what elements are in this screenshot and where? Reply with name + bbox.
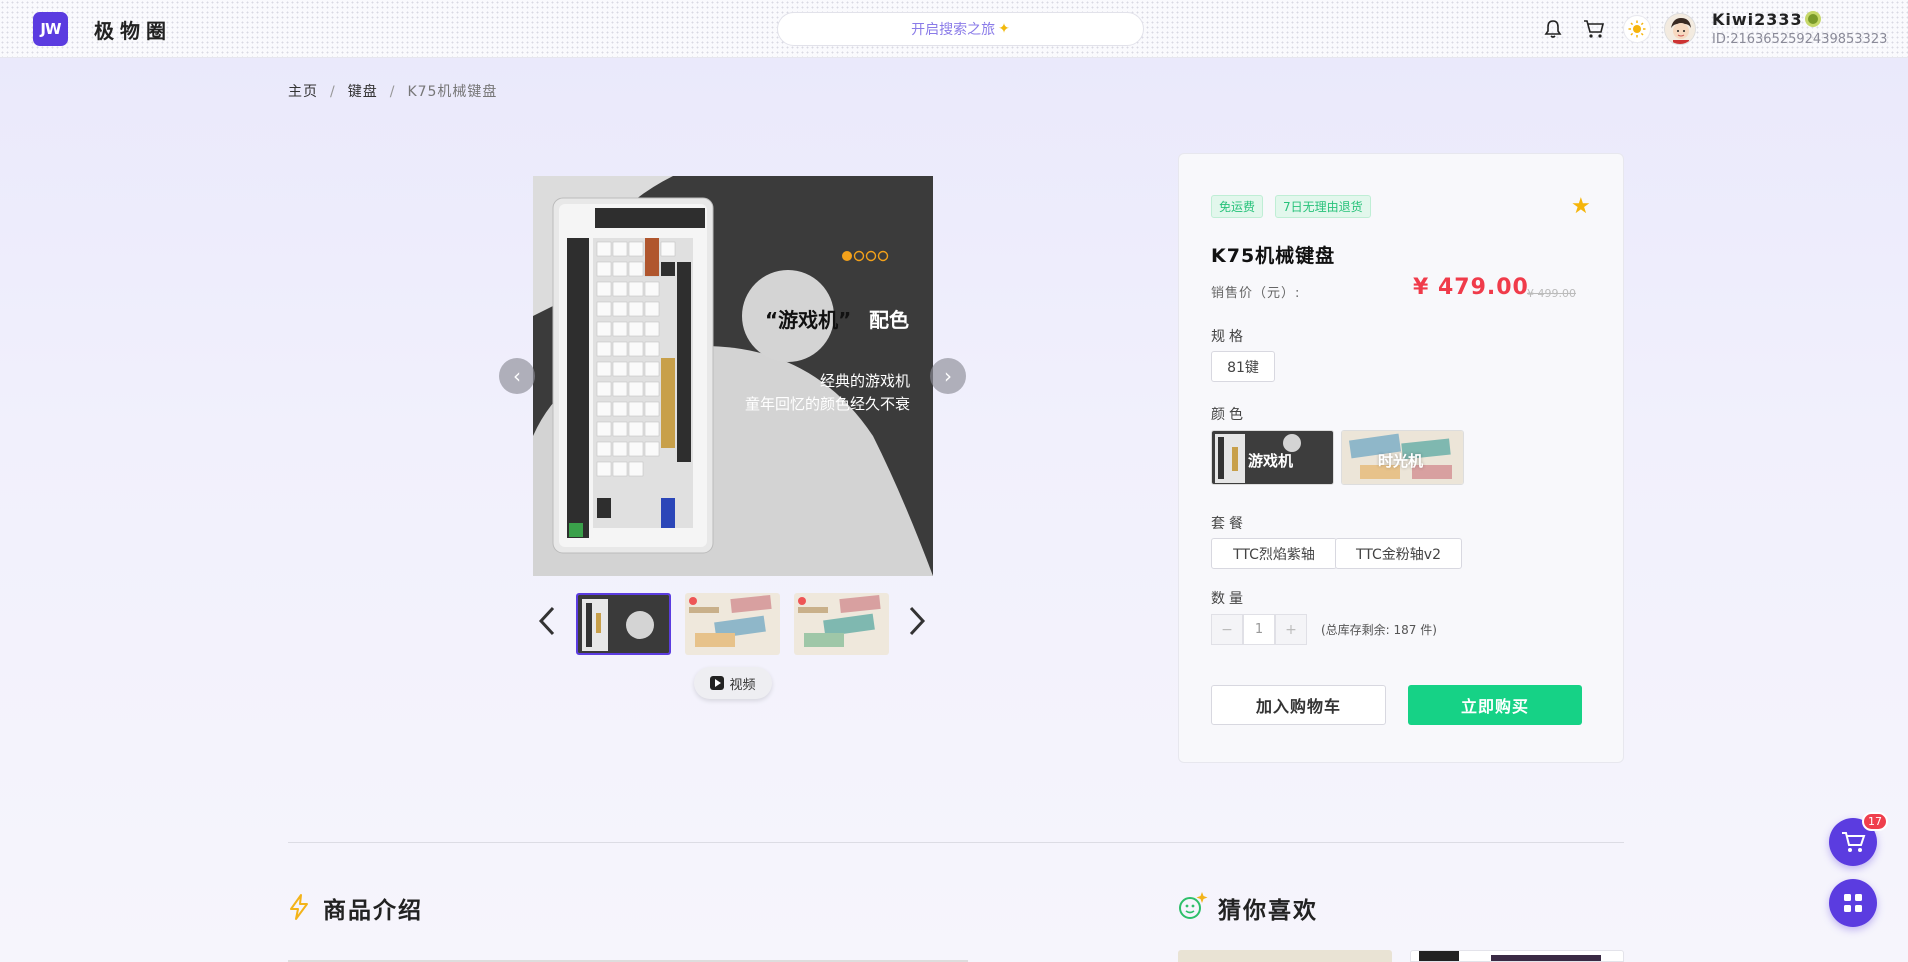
color-label: 颜色	[1211, 407, 1247, 423]
bell-icon[interactable]	[1541, 17, 1565, 41]
quantity-label: 数量	[1211, 591, 1247, 607]
breadcrumb-separator: /	[330, 84, 336, 100]
tag-free-shipping: 免运费	[1211, 195, 1264, 218]
image-next-button[interactable]: ›	[930, 358, 966, 394]
recommend-item-2-image	[1419, 951, 1459, 961]
logo-mark: JW	[40, 20, 61, 38]
color-option-timemachine[interactable]: 时光机	[1341, 430, 1464, 485]
breadcrumb-category[interactable]: 键盘	[348, 84, 378, 100]
thumbs-prev-chevron-icon[interactable]	[538, 606, 556, 644]
main-image-headline: “游戏机”	[765, 308, 852, 332]
image-prev-button[interactable]: ‹	[499, 358, 535, 394]
package-label: 套餐	[1211, 516, 1247, 532]
breadcrumb: 主页 / 键盘 / K75机械键盘	[288, 81, 497, 101]
breadcrumb-separator: /	[389, 84, 396, 100]
buy-now-button[interactable]: 立即购买	[1408, 685, 1582, 725]
thumbnail-3[interactable]	[794, 593, 889, 655]
breadcrumb-current: K75机械键盘	[407, 84, 498, 100]
recommend-item-2-image-strip	[1491, 955, 1601, 961]
quantity-decrease-button[interactable]: −	[1211, 614, 1243, 645]
site-name[interactable]: 极物圈	[94, 15, 172, 44]
product-info-card: 免运费 7日无理由退货 ★ K75机械键盘 销售价（元）: ¥ 479.00 ¥…	[1178, 153, 1624, 763]
thumbnail-2[interactable]	[685, 593, 780, 655]
user-avatar[interactable]	[1664, 13, 1696, 45]
main-image-headline-suffix: 配色	[869, 308, 909, 332]
color-option-label: 游戏机	[1248, 452, 1294, 470]
favorite-star-icon[interactable]: ★	[1571, 194, 1591, 219]
price-label: 销售价（元）:	[1211, 286, 1301, 301]
smile-sparkle-icon	[1177, 890, 1209, 926]
search-bar[interactable]: 开启搜索之旅 ✦	[777, 12, 1144, 46]
kiwi-icon	[1804, 11, 1821, 27]
sparkle-icon: ✦	[998, 21, 1010, 37]
main-image-line2: 童年回忆的颜色经久不衰	[744, 395, 910, 413]
video-label: 视频	[729, 677, 756, 693]
recommend-item-2[interactable]	[1410, 950, 1624, 962]
section-title-recommend: 猜你喜欢	[1218, 898, 1318, 924]
site-logo[interactable]: JW	[33, 12, 68, 46]
sale-price: ¥ 479.00	[1413, 275, 1529, 300]
theme-toggle-sun-icon[interactable]	[1623, 15, 1651, 43]
quantity-input[interactable]: 1	[1243, 614, 1275, 645]
video-button[interactable]: 视频	[694, 667, 772, 699]
search-placeholder: 开启搜索之旅	[911, 22, 996, 38]
section-divider	[288, 842, 1624, 843]
main-image-line1: 经典的游戏机	[819, 372, 910, 390]
spec-label: 规格	[1211, 329, 1247, 345]
product-main-image: “游戏机” 配色 经典的游戏机 童年回忆的颜色经久不衰	[533, 176, 933, 576]
package-option-purple[interactable]: TTC烈焰紫轴	[1211, 538, 1337, 569]
cart-icon[interactable]	[1582, 17, 1606, 41]
video-icon	[710, 676, 725, 690]
product-title: K75机械键盘	[1211, 245, 1336, 267]
thumbnail-1[interactable]	[576, 593, 671, 655]
top-header: JW 极物圈 开启搜索之旅 ✦ Kiwi2333 ID:216365259243…	[0, 0, 1908, 58]
user-name-text: Kiwi2333	[1712, 10, 1803, 29]
stock-remaining: (总库存剩余: 187 件)	[1321, 623, 1437, 637]
color-option-label: 时光机	[1378, 452, 1424, 470]
user-id: ID:2163652592439853323	[1712, 32, 1888, 47]
tag-7-day-return: 7日无理由退货	[1275, 195, 1371, 218]
quantity-stepper: − 1 +	[1211, 614, 1307, 645]
cart-count-badge: 17	[1862, 812, 1888, 831]
recommend-item-1[interactable]	[1178, 950, 1392, 962]
grid-icon	[1844, 894, 1862, 912]
spec-option-81[interactable]: 81键	[1211, 351, 1275, 382]
thumbs-next-chevron-icon[interactable]	[908, 606, 926, 644]
original-price: ¥ 499.00	[1527, 287, 1576, 300]
breadcrumb-home[interactable]: 主页	[288, 84, 318, 100]
section-title-intro: 商品介绍	[323, 898, 423, 924]
user-name[interactable]: Kiwi2333	[1712, 10, 1821, 29]
quantity-increase-button[interactable]: +	[1275, 614, 1307, 645]
color-option-gameboy[interactable]: 游戏机	[1211, 430, 1334, 485]
add-to-cart-button[interactable]: 加入购物车	[1211, 685, 1386, 725]
package-option-gold[interactable]: TTC金粉轴v2	[1335, 538, 1462, 569]
lightning-icon	[288, 893, 310, 925]
floating-menu-grid-button[interactable]	[1829, 879, 1877, 927]
